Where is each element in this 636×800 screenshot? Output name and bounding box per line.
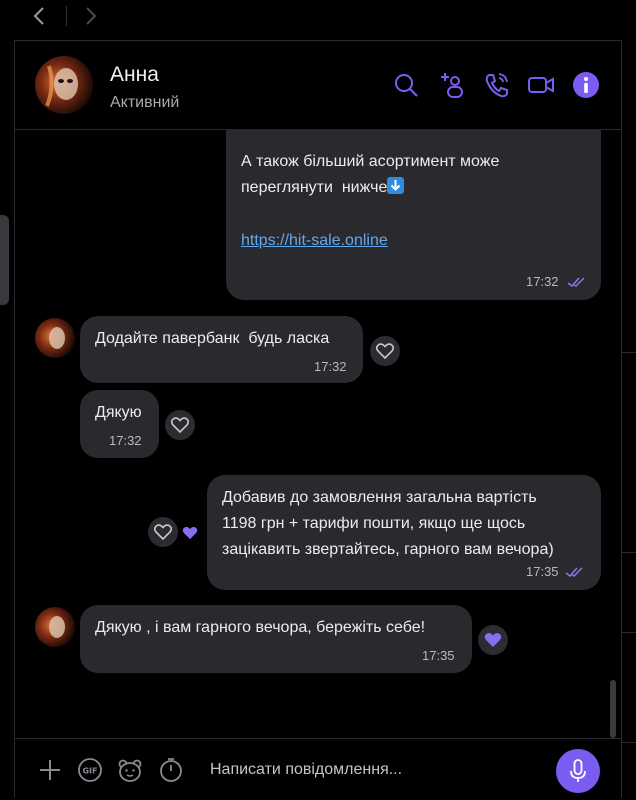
scrollbar-thumb[interactable] <box>610 680 616 738</box>
timer-icon <box>160 758 182 782</box>
message-time: 17:35 <box>526 564 559 579</box>
message-link[interactable]: https://hit-sale.online <box>241 228 388 254</box>
heart-filled-icon <box>484 633 502 647</box>
plus-icon <box>40 760 60 780</box>
message-text-line: зацікавить звертайтесь, гарного вам вечо… <box>222 541 554 558</box>
message-text: Дякую , і вам гарного вечора, бережіть с… <box>95 619 426 636</box>
message-time: 17:32 <box>314 359 347 374</box>
heart-outline-icon <box>171 417 189 433</box>
read-ticks-icon <box>567 277 585 288</box>
sticker-button[interactable] <box>117 757 143 783</box>
like-button[interactable] <box>165 410 195 440</box>
add-participant-button[interactable] <box>439 71 467 99</box>
left-panel-edge <box>0 40 15 798</box>
forward-button[interactable] <box>78 4 102 28</box>
voice-message-button[interactable] <box>556 749 600 793</box>
svg-text:GIF: GIF <box>82 767 97 776</box>
info-icon <box>573 72 599 98</box>
outgoing-message[interactable]: А також більший асортимент може переглян… <box>226 130 601 300</box>
incoming-message[interactable]: Дякую , і вам гарного вечора, бережіть с… <box>80 605 472 673</box>
message-text-line: Добавив до замовлення загальна вартість <box>222 489 537 506</box>
contact-avatar[interactable] <box>35 56 93 114</box>
info-button[interactable] <box>572 71 600 99</box>
gif-button[interactable]: GIF <box>77 757 103 783</box>
message-list[interactable]: А також більший асортимент може переглян… <box>15 130 621 738</box>
chat-header: Анна Активний <box>15 41 621 130</box>
like-button[interactable] <box>370 336 400 366</box>
chevron-right-icon <box>86 7 97 25</box>
contact-avatar-small[interactable] <box>35 607 75 647</box>
chat-window: Анна Активний А також більший асортимент… <box>15 40 621 799</box>
incoming-message[interactable]: Додайте павербанк будь ласка 17:32 <box>80 316 363 383</box>
sticker-icon <box>118 759 142 782</box>
attach-button[interactable] <box>37 757 63 783</box>
contact-avatar-small[interactable] <box>35 318 75 358</box>
contact-name[interactable]: Анна <box>110 63 159 87</box>
like-button[interactable] <box>478 625 508 655</box>
message-time: 17:32 <box>526 274 559 289</box>
message-input[interactable]: Написати повідомлення... <box>210 761 402 779</box>
add-participant-icon <box>441 73 463 98</box>
audio-call-button[interactable] <box>483 71 511 99</box>
microphone-icon <box>570 759 586 782</box>
message-composer: GIF Написати повідомлення... <box>15 738 621 800</box>
nav-divider <box>66 6 67 26</box>
incoming-message[interactable]: Дякую 17:32 <box>80 390 159 458</box>
search-icon <box>395 74 418 97</box>
search-button[interactable] <box>392 71 420 99</box>
timer-button[interactable] <box>158 757 184 783</box>
like-button[interactable] <box>148 517 178 547</box>
gif-icon: GIF <box>78 758 102 782</box>
message-text-part: переглянути нижче <box>241 179 388 196</box>
message-time: 17:32 <box>109 433 142 448</box>
message-text: А також більший асортимент може <box>241 153 500 170</box>
read-ticks-icon <box>565 567 583 578</box>
heart-outline-icon <box>154 524 172 540</box>
outgoing-message[interactable]: Добавив до замовлення загальна вартість … <box>207 475 601 590</box>
right-panel-edge <box>621 40 636 798</box>
down-arrow-emoji <box>387 177 405 194</box>
video-call-icon <box>528 77 554 93</box>
audio-call-icon <box>485 73 508 98</box>
contact-status: Активний <box>110 94 180 111</box>
heart-outline-icon <box>376 343 394 359</box>
message-text: Додайте павербанк будь ласка <box>95 330 330 347</box>
message-text-line: 1198 грн + тарифи пошти, якщо ще щось <box>222 515 526 532</box>
message-time: 17:35 <box>422 648 455 663</box>
video-call-button[interactable] <box>527 71 555 99</box>
back-button[interactable] <box>28 4 52 28</box>
left-panel-resize-handle[interactable] <box>0 215 9 305</box>
top-navigation <box>0 0 636 32</box>
chevron-left-icon <box>33 7 44 25</box>
message-text-line: переглянути нижче <box>241 175 405 201</box>
heart-reaction-icon <box>182 526 200 540</box>
message-text: Дякую <box>95 404 142 421</box>
